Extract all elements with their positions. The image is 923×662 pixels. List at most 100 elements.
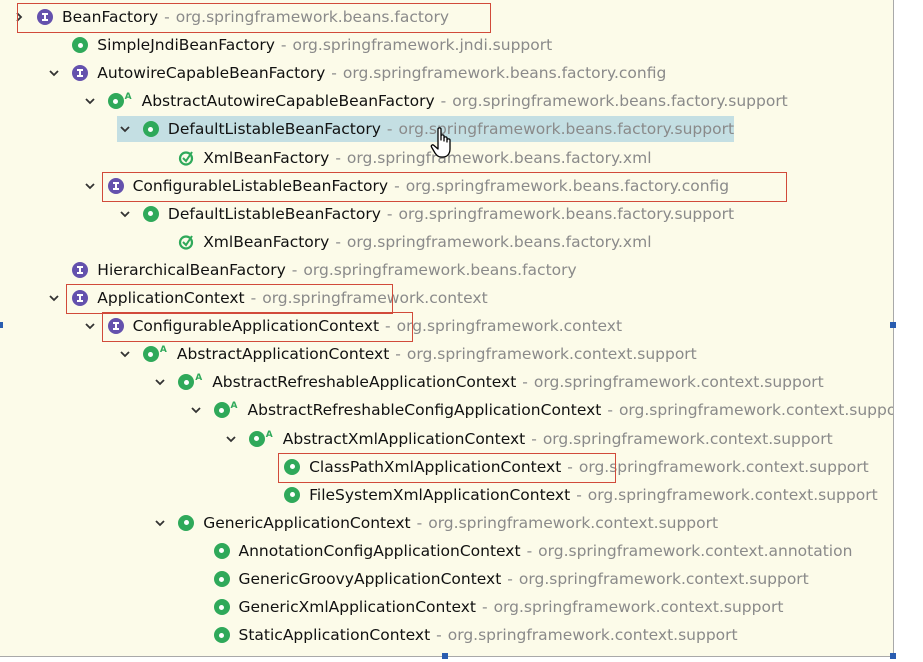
type-name: GenericXmlApplicationContext xyxy=(238,598,476,617)
class-icon xyxy=(142,205,159,222)
xml-class-icon xyxy=(178,150,194,166)
package-name: org.springframework.context.support xyxy=(578,457,869,476)
class-icon xyxy=(142,346,159,363)
tree-row[interactable]: GenericGroovyApplicationContext - org.spri… xyxy=(188,566,809,592)
resize-handle-left[interactable] xyxy=(0,322,3,328)
separator: - xyxy=(395,345,401,364)
class-icon xyxy=(213,627,230,644)
class-icon xyxy=(107,93,124,110)
class-icon xyxy=(213,571,230,587)
interface-icon xyxy=(72,261,89,278)
separator: - xyxy=(280,36,287,55)
tree-row[interactable]: SimpleJndiBeanFactory - org.springframewor… xyxy=(46,32,552,58)
tree-row[interactable]: XmlBeanFactory - org.springframework.beans… xyxy=(152,145,652,171)
separator: - xyxy=(386,120,393,139)
hand-cursor-icon xyxy=(430,127,451,158)
resize-handle-corner[interactable] xyxy=(890,653,896,659)
package-name: org.springframework.context.support xyxy=(533,373,824,392)
tree-row[interactable]: HierarchicalBeanFactory - org.springframew… xyxy=(46,257,577,283)
class-icon xyxy=(142,205,159,222)
type-name: AbstractRefreshableApplicationContext xyxy=(212,373,517,392)
tree-row[interactable]: FileSystemXmlApplicationContext - org.spri… xyxy=(258,482,878,508)
tree-row[interactable]: AnnotationConfigApplicationContext - org.s… xyxy=(188,538,853,564)
class-icon xyxy=(142,121,159,138)
chevron-down-icon[interactable] xyxy=(46,65,62,81)
abstract-mark-icon: A xyxy=(124,92,132,103)
tree-row[interactable]: A AbstractApplicationContext - org.springfr… xyxy=(117,341,697,367)
highlight-box xyxy=(66,284,394,314)
type-name: XmlBeanFactory xyxy=(203,148,330,167)
package-name: org.springframework.context.support xyxy=(406,345,697,364)
chevron-down-icon[interactable] xyxy=(117,121,133,137)
chevron-down-icon[interactable] xyxy=(46,290,62,306)
tree-row[interactable]: StaticApplicationContext - org.springframe… xyxy=(188,622,738,648)
highlight-box xyxy=(101,312,413,343)
package-name: org.springframework.context.support xyxy=(618,401,893,420)
type-name: AbstractXmlApplicationContext xyxy=(282,429,526,448)
separator: - xyxy=(507,570,513,588)
type-name: AutowireCapableBeanFactory xyxy=(97,64,326,83)
abstract-class-icon: A xyxy=(142,345,168,363)
tree-row[interactable]: A AbstractRefreshableConfigApplicationCon… xyxy=(188,397,893,423)
resize-handle-right[interactable] xyxy=(890,322,896,328)
class-icon xyxy=(248,430,265,447)
class-icon xyxy=(178,514,195,531)
class-icon xyxy=(72,37,89,54)
tree-row[interactable]: DefaultListableBeanFactory - org.springfra… xyxy=(117,201,734,227)
tree-row[interactable]: XmlBeanFactory - org.springframework.beans… xyxy=(152,229,652,255)
package-name: org.springframework.beans.factory xyxy=(303,260,577,279)
interface-icon xyxy=(72,65,89,82)
abstract-class-icon: A xyxy=(248,430,274,448)
tree-row[interactable]: AutowireCapableBeanFactory - org.springfra… xyxy=(46,60,666,86)
chevron-down-icon[interactable] xyxy=(82,178,98,194)
separator: - xyxy=(436,626,442,645)
tree-row[interactable]: GenericApplicationContext - org.springfram… xyxy=(152,510,718,536)
package-name: org.springframework.context.annotation xyxy=(538,541,853,560)
class-icon xyxy=(178,374,195,391)
type-name: AbstractAutowireCapableBeanFactory xyxy=(141,92,435,111)
class-icon xyxy=(72,37,89,54)
resize-handle-bottom[interactable] xyxy=(442,653,448,659)
chevron-down-icon[interactable] xyxy=(152,374,168,390)
xml-class-icon xyxy=(178,234,194,250)
separator: - xyxy=(386,204,393,223)
separator: - xyxy=(440,92,447,111)
tree-row[interactable]: A AbstractXmlApplicationContext - org.sprin… xyxy=(223,426,833,452)
chevron-down-icon[interactable] xyxy=(188,402,204,418)
separator: - xyxy=(335,148,341,167)
panel-right-border xyxy=(893,0,894,656)
separator: - xyxy=(531,429,537,448)
package-name: org.springframework.context xyxy=(396,317,623,336)
package-name: org.springframework.context.support xyxy=(587,485,878,504)
abstract-mark-icon: A xyxy=(265,429,273,440)
chevron-down-icon[interactable] xyxy=(82,318,98,334)
chevron-down-icon[interactable] xyxy=(152,515,168,531)
separator: - xyxy=(522,373,528,392)
package-name: org.springframework.context.support xyxy=(542,429,833,448)
type-name: StaticApplicationContext xyxy=(238,626,431,645)
package-name: org.springframework.beans.factory.xml xyxy=(346,148,652,167)
chevron-down-icon[interactable] xyxy=(117,346,133,362)
highlight-box xyxy=(17,3,491,33)
type-name: DefaultListableBeanFactory xyxy=(167,120,381,139)
chevron-down-icon[interactable] xyxy=(82,93,98,109)
tree-row[interactable]: DefaultListableBeanFactory - org.springfra… xyxy=(116,116,735,143)
package-name: org.springframework.context.support xyxy=(493,598,784,617)
chevron-down-icon[interactable] xyxy=(117,206,133,222)
chevron-down-icon[interactable] xyxy=(223,431,239,447)
class-icon xyxy=(284,486,301,503)
package-name: org.springframework.beans.factory.config xyxy=(342,64,667,83)
tree-row[interactable]: A AbstractRefreshableApplicationContext - o… xyxy=(152,369,824,395)
package-name: org.springframework.context.support xyxy=(428,513,719,532)
package-name: org.springframework.beans.factory.suppor… xyxy=(452,92,788,111)
tree-row[interactable]: A AbstractAutowireCapableBeanFactory - org.… xyxy=(82,88,788,114)
separator: - xyxy=(335,232,341,251)
class-icon xyxy=(213,402,230,419)
type-name: GenericGroovyApplicationContext xyxy=(238,570,502,588)
type-name: XmlBeanFactory xyxy=(203,232,330,251)
interface-icon xyxy=(72,261,89,278)
type-name: FileSystemXmlApplicationContext xyxy=(309,485,571,504)
separator: - xyxy=(331,64,337,83)
tree-row[interactable]: GenericXmlApplicationContext - org.springf… xyxy=(188,594,784,620)
type-name: AbstractRefreshableConfigApplicationCont… xyxy=(247,401,602,420)
